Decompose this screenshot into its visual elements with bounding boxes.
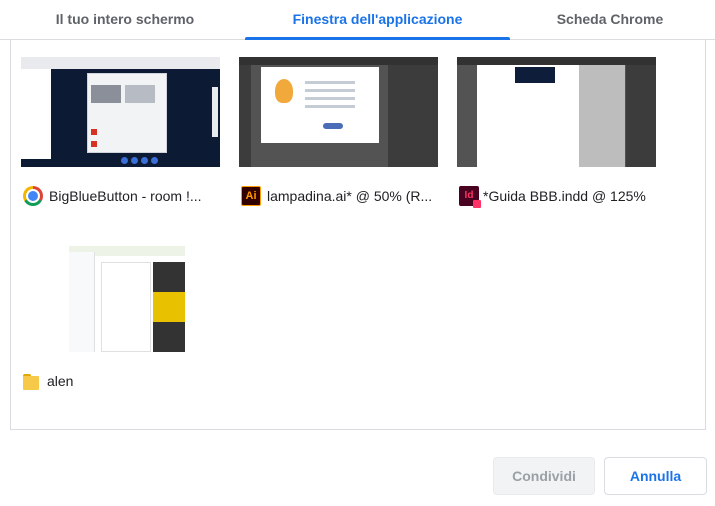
window-title: alen [47,373,74,389]
tab-application-window[interactable]: Finestra dell'applicazione [245,0,510,40]
source-tabs: Il tuo intero schermo Finestra dell'appl… [0,0,715,40]
chrome-icon [23,186,43,206]
window-title: *Guida BBB.indd @ 125% [483,188,646,204]
tab-entire-screen[interactable]: Il tuo intero schermo [20,0,230,40]
window-title: lampadina.ai* @ 50% (R... [267,188,433,204]
window-list: BigBlueButton - room !... Ai lampadina.a… [10,40,706,430]
window-item-guida-bbb[interactable]: Id *Guida BBB.indd @ 125% [447,40,656,210]
indesign-icon: Id [459,186,481,208]
window-thumbnail [239,57,438,167]
window-thumbnail [21,242,220,352]
window-caption: BigBlueButton - room !... [23,185,228,207]
window-caption: Ai lampadina.ai* @ 50% (R... [241,185,446,207]
window-thumbnail [457,57,656,167]
illustrator-icon: Ai [241,186,261,206]
share-button[interactable]: Condividi [493,457,595,495]
cancel-button[interactable]: Annulla [604,457,707,495]
folder-icon [23,372,39,390]
window-caption: Id *Guida BBB.indd @ 125% [459,185,664,208]
window-item-lampadina[interactable]: Ai lampadina.ai* @ 50% (R... [229,40,438,210]
window-caption: alen [23,370,228,392]
window-item-bigbluebutton[interactable]: BigBlueButton - room !... [11,40,220,210]
tab-chrome-tab[interactable]: Scheda Chrome [510,0,710,40]
window-title: BigBlueButton - room !... [49,188,202,204]
window-thumbnail [21,57,220,167]
window-item-alen[interactable]: alen [11,225,220,395]
